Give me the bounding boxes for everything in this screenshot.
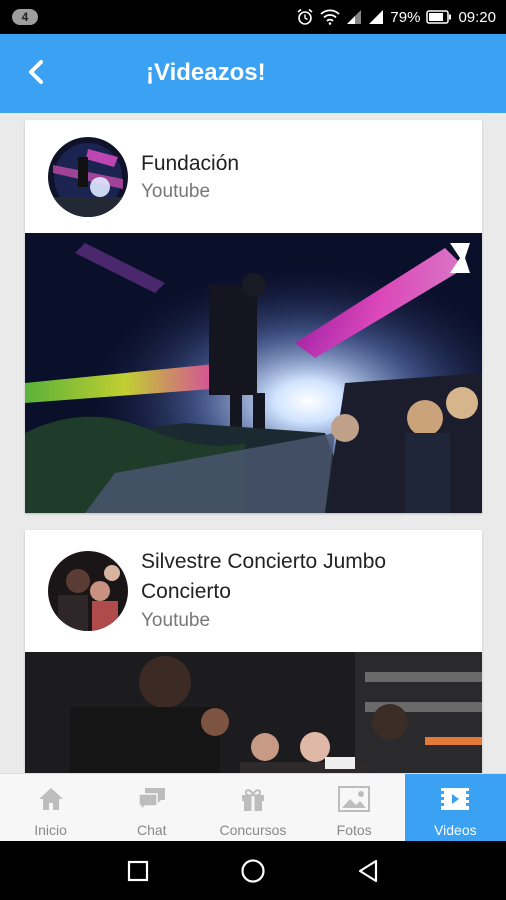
back-triangle-icon[interactable]	[348, 851, 388, 891]
status-bar: 4 79% 09:20	[0, 0, 506, 34]
nav-item-videos[interactable]: Videos	[404, 774, 506, 842]
chat-icon	[137, 784, 167, 814]
system-navigation-bar	[0, 841, 506, 900]
bottom-navigation: Inicio Chat Concursos Fotos Videos	[0, 773, 506, 842]
battery-icon	[426, 10, 452, 24]
home-circle-icon[interactable]	[233, 851, 273, 891]
app-bar: ¡Videazos!	[0, 34, 506, 113]
recents-square-icon[interactable]	[118, 851, 158, 891]
clock-time: 09:20	[458, 8, 496, 26]
video-title: Fundación	[141, 152, 240, 175]
video-card[interactable]: Silvestre Concierto Jumbo Concierto Yout…	[25, 530, 482, 773]
nav-item-inicio[interactable]: Inicio	[0, 774, 101, 842]
signal-icon	[368, 9, 384, 25]
video-thumbnail[interactable]	[25, 652, 482, 773]
nav-label: Videos	[434, 822, 477, 838]
nav-label: Fotos	[336, 822, 372, 838]
page-title: ¡Videazos!	[146, 59, 266, 86]
back-button[interactable]	[18, 56, 54, 92]
nav-label: Chat	[136, 822, 167, 838]
battery-percent: 79%	[390, 8, 421, 26]
image-icon	[338, 784, 371, 814]
nav-item-chat[interactable]: Chat	[101, 774, 202, 842]
video-card-header: Fundación Youtube	[25, 120, 482, 233]
video-title: Silvestre Concierto Jumbo Concierto	[141, 550, 387, 603]
nav-label: Inicio	[34, 822, 67, 838]
status-indicators: 79% 09:20	[296, 0, 496, 34]
nav-item-fotos[interactable]: Fotos	[304, 774, 405, 842]
video-avatar	[48, 551, 128, 631]
video-source: Youtube	[141, 181, 211, 202]
video-card-header: Silvestre Concierto Jumbo Concierto Yout…	[25, 530, 482, 652]
video-avatar	[48, 137, 128, 217]
video-card[interactable]: Fundación Youtube	[25, 120, 482, 513]
notification-count-badge: 4	[12, 9, 38, 25]
nav-label: Concursos	[219, 822, 287, 838]
alarm-icon	[296, 8, 314, 26]
nav-item-concursos[interactable]: Concursos	[202, 774, 303, 842]
home-icon	[37, 784, 65, 814]
wifi-icon	[320, 9, 341, 25]
video-thumbnail[interactable]	[25, 233, 482, 513]
video-source: Youtube	[141, 610, 211, 631]
gift-icon	[239, 784, 267, 814]
chevron-left-icon	[25, 59, 47, 90]
video-icon	[440, 784, 470, 814]
video-list[interactable]: Fundación Youtube Silvestre Concierto Ju…	[0, 113, 506, 773]
signal-icon	[346, 9, 362, 25]
